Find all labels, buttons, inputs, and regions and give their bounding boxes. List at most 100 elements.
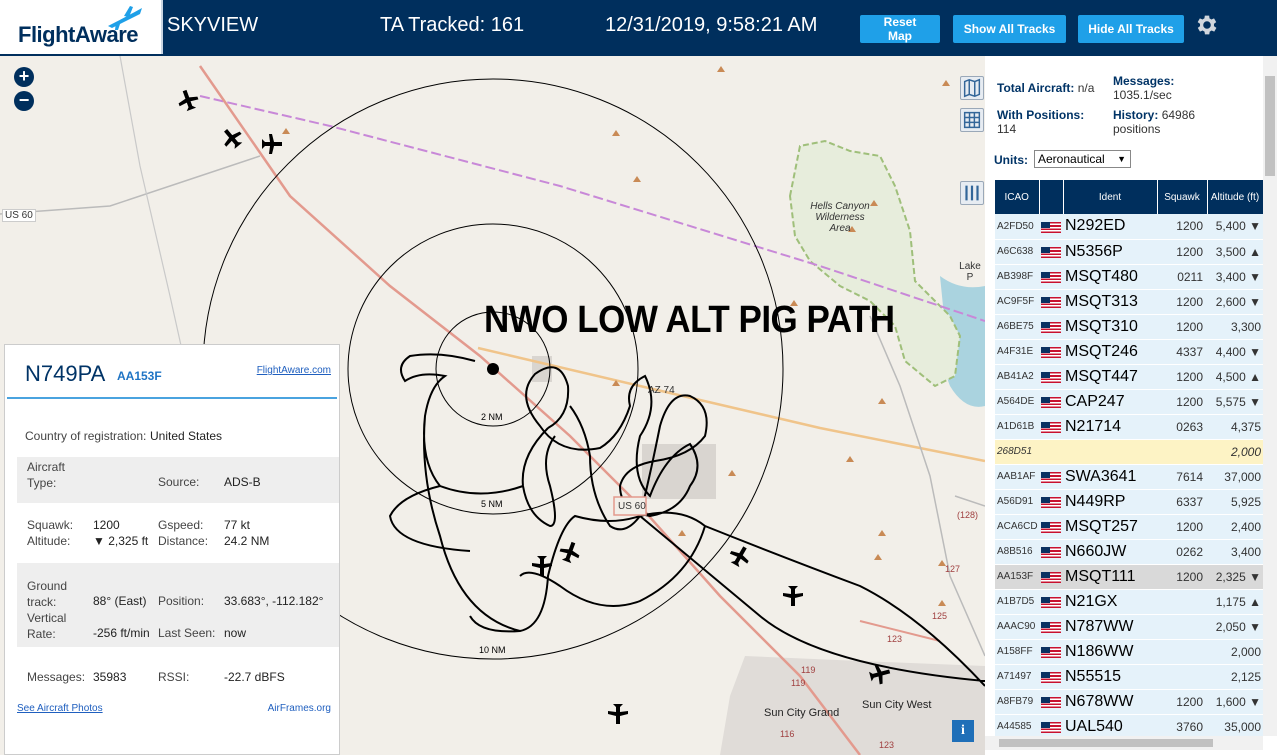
table-row[interactable]: 268D51 2,000 (995, 439, 1263, 465)
grid-icon[interactable] (960, 108, 984, 132)
flightaware-logo[interactable]: FlightAware (0, 0, 163, 54)
show-all-tracks-button[interactable]: Show All Tracks (953, 15, 1066, 43)
ring-label-2nm: 2 NM (481, 412, 503, 422)
stat-total-label: Total Aircraft: (997, 81, 1075, 95)
row-altitude: 3,400 (1207, 539, 1263, 565)
table-row[interactable]: A2FD50 N292ED 1200 5,400 ▼ (995, 214, 1263, 240)
row-ident: MSQT313 (1063, 289, 1157, 315)
table-row[interactable]: A6C638 N5356P 1200 3,500 ▲ (995, 239, 1263, 265)
row-ident: MSQT246 (1063, 339, 1157, 365)
route-119a-label: 119 (801, 665, 816, 675)
units-label-text: Units: (994, 153, 1028, 167)
scrollbar-thumb[interactable] (1265, 76, 1275, 176)
row-ident: N449RP (1063, 489, 1157, 515)
aircraft-table: ICAO Ident Squawk Altitude (ft) A2FD50 N2… (995, 180, 1263, 736)
table-row[interactable]: A44585 UAL540 3760 35,000 (995, 714, 1263, 736)
row-ident: UAL540 (1063, 714, 1157, 736)
row-flag (1039, 214, 1063, 240)
reset-map-button[interactable]: Reset Map (860, 15, 940, 43)
table-row[interactable]: AB41A2 MSQT447 1200 4,500 ▲ (995, 364, 1263, 390)
col-ident-header[interactable]: Ident (1063, 180, 1158, 214)
us-flag-icon (1041, 471, 1061, 483)
table-row[interactable]: ACA6CD MSQT257 1200 2,400 (995, 514, 1263, 540)
vertical-rate-value: -256 ft/min (93, 626, 150, 640)
row-ident (1063, 439, 1157, 465)
route-123b-label: 123 (879, 740, 895, 750)
table-row[interactable]: AAAC90 N787WW 2,050 ▼ (995, 614, 1263, 640)
row-altitude: 2,050 ▼ (1207, 614, 1263, 640)
row-icao: 268D51 (995, 439, 1039, 465)
col-altitude-header[interactable]: Altitude (ft) (1207, 180, 1263, 214)
stat-positions-value: 114 (997, 122, 1017, 136)
zoom-out-button[interactable]: − (14, 91, 34, 111)
gear-icon[interactable] (1194, 12, 1220, 38)
airframes-link[interactable]: AirFrames.org (268, 703, 331, 714)
stat-messages-label: Messages: (1113, 74, 1175, 88)
route-123-label: 123 (887, 634, 903, 644)
table-row[interactable]: A56D91 N449RP 6337 5,925 (995, 489, 1263, 515)
units-dropdown[interactable]: Aeronautical ▼ (1034, 150, 1131, 168)
row-squawk (1157, 439, 1207, 465)
table-row[interactable]: A71497 N55515 2,125 (995, 664, 1263, 690)
row-squawk: 0263 (1157, 414, 1207, 440)
column-toggle-icon[interactable] (960, 181, 984, 205)
table-row[interactable]: A8B516 N660JW 0262 3,400 (995, 539, 1263, 565)
panel-divider (7, 397, 337, 399)
aircraft-photos-link[interactable]: See Aircraft Photos (17, 703, 103, 714)
sidebar-scrollbar-vertical[interactable] (1263, 56, 1277, 736)
table-row[interactable]: A8FB79 N678WW 1200 1,600 ▼ (995, 689, 1263, 715)
row-flag (1039, 239, 1063, 265)
row-ident: N660JW (1063, 539, 1157, 565)
us-flag-icon (1041, 246, 1061, 258)
hide-all-tracks-button[interactable]: Hide All Tracks (1078, 15, 1184, 43)
right-sidebar: Total Aircraft: n/a Messages: 1035.1/sec … (985, 56, 1277, 755)
col-flag-header[interactable] (1039, 180, 1064, 214)
row-flag (1039, 689, 1063, 715)
row-altitude: 3,300 (1207, 314, 1263, 340)
row-flag (1039, 389, 1063, 415)
us-flag-icon (1041, 221, 1061, 233)
map-layers-icon[interactable] (960, 76, 984, 100)
row-icao: A6C638 (995, 239, 1039, 265)
row-flag (1039, 314, 1063, 340)
selected-ident: N749PA (25, 361, 106, 386)
table-row[interactable]: A1B7D5 N21GX 1,175 ▲ (995, 589, 1263, 615)
row-squawk (1157, 614, 1207, 640)
flightaware-link[interactable]: FlightAware.com (257, 365, 331, 376)
aircraft-table-wrap[interactable]: ICAO Ident Squawk Altitude (ft) A2FD50 N2… (995, 180, 1263, 736)
row-altitude: 2,000 (1207, 439, 1263, 465)
zoom-in-button[interactable]: + (14, 67, 34, 87)
row-icao: AB41A2 (995, 364, 1039, 390)
us-flag-icon (1041, 671, 1061, 683)
table-row[interactable]: AA153F MSQT111 1200 2,325 ▼ (995, 564, 1263, 590)
ring-label-10nm: 10 NM (479, 645, 506, 655)
row-icao: ACA6CD (995, 514, 1039, 540)
col-icao-header[interactable]: ICAO (995, 180, 1040, 214)
row-altitude: 2,400 (1207, 514, 1263, 540)
row-altitude: 5,400 ▼ (1207, 214, 1263, 240)
wilderness-label: Hells Canyon Wilderness Area (810, 201, 870, 234)
scrollbar-thumb[interactable] (999, 739, 1213, 747)
table-row[interactable]: A4F31E MSQT246 4337 4,400 ▼ (995, 339, 1263, 365)
stat-positions-label: With Positions: (997, 108, 1085, 122)
sidebar-scrollbar-horizontal[interactable] (985, 736, 1263, 750)
table-row[interactable]: A158FF N186WW 2,000 (995, 639, 1263, 665)
squawk-label: Squawk: (27, 518, 74, 532)
table-row[interactable]: A564DE CAP247 1200 5,575 ▼ (995, 389, 1263, 415)
row-altitude: 5,925 (1207, 489, 1263, 515)
info-button[interactable]: i (952, 720, 974, 742)
table-row[interactable]: AAB1AF SWA3641 7614 37,000 (995, 464, 1263, 490)
table-row[interactable]: A6BE75 MSQT310 1200 3,300 (995, 314, 1263, 340)
table-row[interactable]: AC9F5F MSQT313 1200 2,600 ▼ (995, 289, 1263, 315)
urban-area (720, 656, 985, 755)
table-row[interactable]: A1D61B N21714 0263 4,375 (995, 414, 1263, 440)
gspeed-label: Gspeed: (158, 518, 204, 532)
row-ident: MSQT447 (1063, 364, 1157, 390)
gspeed-value: 77 kt (224, 518, 251, 532)
source-label: Source: (158, 475, 200, 489)
table-row[interactable]: AB398F MSQT480 0211 3,400 ▼ (995, 264, 1263, 290)
top-header: FlightAware SKYVIEW TA Tracked: 161 12/3… (0, 0, 1277, 56)
row-ident: N21714 (1063, 414, 1157, 440)
col-squawk-header[interactable]: Squawk (1157, 180, 1208, 214)
row-squawk (1157, 589, 1207, 615)
